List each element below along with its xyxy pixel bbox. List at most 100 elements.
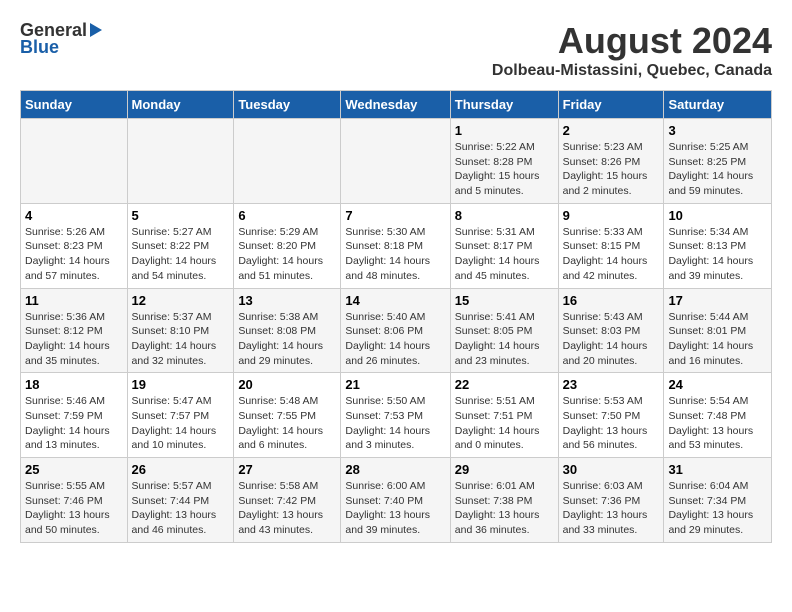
- day-cell: 19 Sunrise: 5:47 AM Sunset: 7:57 PM Dayli…: [127, 373, 234, 458]
- day-cell: 8 Sunrise: 5:31 AM Sunset: 8:17 PM Daylig…: [450, 203, 558, 288]
- day-cell: 10 Sunrise: 5:34 AM Sunset: 8:13 PM Dayli…: [664, 203, 772, 288]
- day-cell: 14 Sunrise: 5:40 AM Sunset: 8:06 PM Dayli…: [341, 288, 450, 373]
- day-number: 18: [25, 377, 123, 392]
- day-number: 30: [563, 462, 660, 477]
- day-info: Sunrise: 5:44 AM Sunset: 8:01 PM Dayligh…: [668, 310, 767, 369]
- day-number: 1: [455, 123, 554, 138]
- day-cell: 29Sunrise: 6:01 AM Sunset: 7:38 PM Dayli…: [450, 458, 558, 543]
- header-cell-sunday: Sunday: [21, 91, 128, 119]
- day-number: 6: [238, 208, 336, 223]
- logo-arrow-icon: [90, 23, 102, 37]
- day-cell: 28 Sunrise: 6:00 AM Sunset: 7:40 PM Dayli…: [341, 458, 450, 543]
- day-cell: 6 Sunrise: 5:29 AM Sunset: 8:20 PM Daylig…: [234, 203, 341, 288]
- day-number: 28: [345, 462, 445, 477]
- day-info: Sunrise: 6:03 AM Sunset: 7:36 PM Dayligh…: [563, 479, 660, 538]
- day-number: 23: [563, 377, 660, 392]
- day-info: Sunrise: 5:38 AM Sunset: 8:08 PM Dayligh…: [238, 310, 336, 369]
- day-cell: 17 Sunrise: 5:44 AM Sunset: 8:01 PM Dayli…: [664, 288, 772, 373]
- day-number: 7: [345, 208, 445, 223]
- day-cell: [234, 119, 341, 204]
- day-cell: 12 Sunrise: 5:37 AM Sunset: 8:10 PM Dayli…: [127, 288, 234, 373]
- day-number: 16: [563, 293, 660, 308]
- day-info: Sunrise: 5:36 AM Sunset: 8:12 PM Dayligh…: [25, 310, 123, 369]
- day-number: 22: [455, 377, 554, 392]
- day-cell: 26Sunrise: 5:57 AM Sunset: 7:44 PM Dayli…: [127, 458, 234, 543]
- location-subtitle: Dolbeau-Mistassini, Quebec, Canada: [492, 62, 772, 80]
- logo-blue-text: Blue: [20, 37, 59, 58]
- day-cell: 13 Sunrise: 5:38 AM Sunset: 8:08 PM Dayli…: [234, 288, 341, 373]
- day-number: 25: [25, 462, 123, 477]
- week-row-1: 1 Sunrise: 5:22 AM Sunset: 8:28 PM Daylig…: [21, 119, 772, 204]
- day-info: Sunrise: 5:34 AM Sunset: 8:13 PM Dayligh…: [668, 225, 767, 284]
- day-number: 29: [455, 462, 554, 477]
- day-cell: 5 Sunrise: 5:27 AM Sunset: 8:22 PM Daylig…: [127, 203, 234, 288]
- day-number: 12: [132, 293, 230, 308]
- day-number: 13: [238, 293, 336, 308]
- day-cell: 9Sunrise: 5:33 AM Sunset: 8:15 PM Daylig…: [558, 203, 664, 288]
- day-number: 26: [132, 462, 230, 477]
- day-info: Sunrise: 5:54 AM Sunset: 7:48 PM Dayligh…: [668, 394, 767, 453]
- day-info: Sunrise: 5:55 AM Sunset: 7:46 PM Dayligh…: [25, 479, 123, 538]
- day-number: 14: [345, 293, 445, 308]
- day-cell: 4Sunrise: 5:26 AM Sunset: 8:23 PM Daylig…: [21, 203, 128, 288]
- day-cell: 1 Sunrise: 5:22 AM Sunset: 8:28 PM Daylig…: [450, 119, 558, 204]
- day-info: Sunrise: 5:58 AM Sunset: 7:42 PM Dayligh…: [238, 479, 336, 538]
- day-cell: 24 Sunrise: 5:54 AM Sunset: 7:48 PM Dayli…: [664, 373, 772, 458]
- day-info: Sunrise: 5:47 AM Sunset: 7:57 PM Dayligh…: [132, 394, 230, 453]
- day-number: 17: [668, 293, 767, 308]
- week-row-5: 25 Sunrise: 5:55 AM Sunset: 7:46 PM Dayli…: [21, 458, 772, 543]
- day-cell: 11 Sunrise: 5:36 AM Sunset: 8:12 PM Dayli…: [21, 288, 128, 373]
- day-cell: 3 Sunrise: 5:25 AM Sunset: 8:25 PM Daylig…: [664, 119, 772, 204]
- day-number: 2: [563, 123, 660, 138]
- week-row-3: 11 Sunrise: 5:36 AM Sunset: 8:12 PM Dayli…: [21, 288, 772, 373]
- day-cell: 15Sunrise: 5:41 AM Sunset: 8:05 PM Dayli…: [450, 288, 558, 373]
- day-info: Sunrise: 5:51 AM Sunset: 7:51 PM Dayligh…: [455, 394, 554, 453]
- day-number: 4: [25, 208, 123, 223]
- day-cell: 22 Sunrise: 5:51 AM Sunset: 7:51 PM Dayli…: [450, 373, 558, 458]
- header: General Blue August 2024 Dolbeau-Mistass…: [20, 20, 772, 80]
- day-cell: 27 Sunrise: 5:58 AM Sunset: 7:42 PM Dayli…: [234, 458, 341, 543]
- day-number: 31: [668, 462, 767, 477]
- day-number: 8: [455, 208, 554, 223]
- day-number: 19: [132, 377, 230, 392]
- day-number: 5: [132, 208, 230, 223]
- day-info: Sunrise: 5:40 AM Sunset: 8:06 PM Dayligh…: [345, 310, 445, 369]
- day-number: 24: [668, 377, 767, 392]
- day-info: Sunrise: 6:00 AM Sunset: 7:40 PM Dayligh…: [345, 479, 445, 538]
- day-info: Sunrise: 5:48 AM Sunset: 7:55 PM Dayligh…: [238, 394, 336, 453]
- day-info: Sunrise: 5:37 AM Sunset: 8:10 PM Dayligh…: [132, 310, 230, 369]
- title-area: August 2024 Dolbeau-Mistassini, Quebec, …: [492, 20, 772, 80]
- day-number: 20: [238, 377, 336, 392]
- header-cell-monday: Monday: [127, 91, 234, 119]
- day-number: 27: [238, 462, 336, 477]
- day-cell: 7Sunrise: 5:30 AM Sunset: 8:18 PM Daylig…: [341, 203, 450, 288]
- day-info: Sunrise: 5:22 AM Sunset: 8:28 PM Dayligh…: [455, 140, 554, 199]
- day-number: 9: [563, 208, 660, 223]
- day-info: Sunrise: 5:29 AM Sunset: 8:20 PM Dayligh…: [238, 225, 336, 284]
- day-info: Sunrise: 6:04 AM Sunset: 7:34 PM Dayligh…: [668, 479, 767, 538]
- day-cell: 2 Sunrise: 5:23 AM Sunset: 8:26 PM Daylig…: [558, 119, 664, 204]
- day-cell: 16 Sunrise: 5:43 AM Sunset: 8:03 PM Dayli…: [558, 288, 664, 373]
- day-info: Sunrise: 5:27 AM Sunset: 8:22 PM Dayligh…: [132, 225, 230, 284]
- day-number: 15: [455, 293, 554, 308]
- header-row: SundayMondayTuesdayWednesdayThursdayFrid…: [21, 91, 772, 119]
- day-cell: 30 Sunrise: 6:03 AM Sunset: 7:36 PM Dayli…: [558, 458, 664, 543]
- week-row-2: 4Sunrise: 5:26 AM Sunset: 8:23 PM Daylig…: [21, 203, 772, 288]
- day-cell: [341, 119, 450, 204]
- day-number: 21: [345, 377, 445, 392]
- day-info: Sunrise: 5:53 AM Sunset: 7:50 PM Dayligh…: [563, 394, 660, 453]
- day-number: 10: [668, 208, 767, 223]
- day-cell: 25 Sunrise: 5:55 AM Sunset: 7:46 PM Dayli…: [21, 458, 128, 543]
- day-cell: [127, 119, 234, 204]
- day-number: 3: [668, 123, 767, 138]
- day-info: Sunrise: 5:50 AM Sunset: 7:53 PM Dayligh…: [345, 394, 445, 453]
- day-cell: [21, 119, 128, 204]
- day-info: Sunrise: 5:25 AM Sunset: 8:25 PM Dayligh…: [668, 140, 767, 199]
- day-info: Sunrise: 5:23 AM Sunset: 8:26 PM Dayligh…: [563, 140, 660, 199]
- day-info: Sunrise: 5:31 AM Sunset: 8:17 PM Dayligh…: [455, 225, 554, 284]
- day-info: Sunrise: 5:43 AM Sunset: 8:03 PM Dayligh…: [563, 310, 660, 369]
- day-cell: 31 Sunrise: 6:04 AM Sunset: 7:34 PM Dayli…: [664, 458, 772, 543]
- header-cell-saturday: Saturday: [664, 91, 772, 119]
- logo: General Blue: [20, 20, 102, 58]
- day-number: 11: [25, 293, 123, 308]
